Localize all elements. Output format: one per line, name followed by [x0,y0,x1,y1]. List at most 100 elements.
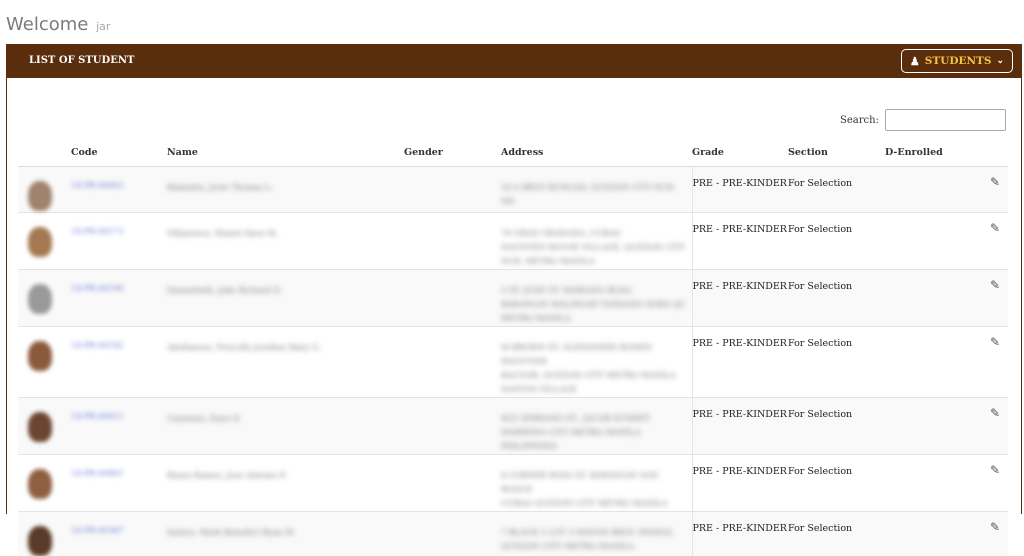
student-section: For Selection [788,327,885,349]
gender-column-header[interactable]: Gender [404,138,501,167]
photo-cell [18,512,71,556]
student-name: Cayetano, Kaye D. [167,398,404,426]
panel-header: LIST OF STUDENT ♟ STUDENTS ⌄ [7,44,1021,78]
code-cell: 14-PR-00173 [71,213,167,270]
welcome-heading: Welcome jar [6,14,110,35]
chevron-down-icon: ⌄ [996,56,1004,66]
gender-cell [404,327,501,398]
student-name: Dexterbeth, John Richard D. [167,270,404,298]
gender-cell [404,512,501,556]
section-cell: For Selection [788,270,885,327]
student-grade: PRE - PRE-KINDER [693,213,789,235]
student-photo [28,341,52,371]
enrolled-cell [885,167,965,213]
edit-icon[interactable]: ✎ [965,512,1008,534]
enrolled-column-header[interactable]: D-Enrolled [885,138,965,167]
section-cell: For Selection [788,213,885,270]
edit-icon[interactable]: ✎ [965,270,1008,292]
gender-cell [404,167,501,213]
student-name: Abellanosa, Prescilla Jorahna Mary G. [167,327,404,355]
gender-cell [404,455,501,512]
photo-cell [18,398,71,455]
grade-cell: PRE - PRE-KINDER [692,512,788,556]
student-code-link[interactable]: 14-PR-00411 [71,398,167,421]
student-grade: PRE - PRE-KINDER [693,167,789,189]
name-cell: Abellanosa, Prescilla Jorahna Mary G. [167,327,404,398]
edit-icon[interactable]: ✎ [965,455,1008,477]
students-button-label: STUDENTS [925,55,992,67]
name-cell: Balandra, Jovie Thomas L. [167,167,404,213]
grade-column-header[interactable]: Grade [692,138,788,167]
section-cell: For Selection [788,398,885,455]
action-cell: ✎ [965,512,1008,556]
student-section: For Selection [788,398,885,420]
grade-cell: PRE - PRE-KINDER [692,327,788,398]
student-photo [28,412,52,442]
student-section: For Selection [788,270,885,292]
search-input[interactable] [885,109,1006,131]
gender-cell [404,398,501,455]
edit-icon[interactable]: ✎ [965,398,1008,420]
photo-cell [18,455,71,512]
photo-cell [18,270,71,327]
name-cell: Santos, Mark Benedict Ryan M. [167,512,404,556]
action-column-header [965,138,1008,167]
name-cell: Cayetano, Kaye D. [167,398,404,455]
action-cell: ✎ [965,455,1008,512]
student-code-link[interactable]: 14-PR-00196 [71,270,167,293]
code-cell: 14-PR-00182 [71,327,167,398]
name-cell: Dexterbeth, John Richard D. [167,270,404,327]
table-row: 14-PR-00411Cayetano, Kaye D. #25 SERRANO … [18,398,1008,455]
address-cell: #25 SERRANO ST., JACOB SUMMITMARIKINA CI… [501,398,692,455]
student-photo [28,469,52,499]
code-column-header[interactable]: Code [71,138,167,167]
table-row: 14-PR-00196Dexterbeth, John Richard D. 5 … [18,270,1008,327]
photo-column-header [18,138,71,167]
action-cell: ✎ [965,270,1008,327]
edit-icon[interactable]: ✎ [965,213,1008,235]
student-name: Reyes-Ramos, Jose Antonio P. [167,455,404,483]
code-cell: 14-PR-00387 [71,512,167,556]
address-cell: 8 CORNER ROSA ST. BARANGAY SAN ROQUECUBA… [501,455,692,512]
student-grade: PRE - PRE-KINDER [693,455,789,477]
student-address: 79 GRAN GRANADA, CUBAOHAUNTED HOUSE VILL… [501,213,692,269]
enrolled-cell [885,327,965,398]
search-label: Search: [840,115,879,126]
student-section: For Selection [788,512,885,534]
code-cell: 14-PR-00063 [71,167,167,213]
student-code-link[interactable]: 14-PR-00387 [71,512,167,535]
edit-icon[interactable]: ✎ [965,167,1008,189]
action-cell: ✎ [965,398,1008,455]
address-column-header[interactable]: Address [501,138,692,167]
name-cell: Villanueva, Shawn Dave M. [167,213,404,270]
student-photo [28,284,52,314]
photo-cell [18,213,71,270]
welcome-user: jar [96,20,110,33]
student-code-link[interactable]: 14-PR-00401 [71,455,167,478]
grade-cell: PRE - PRE-KINDER [692,270,788,327]
table-row: 14-PR-00401Reyes-Ramos, Jose Antonio P. 8… [18,455,1008,512]
address-cell: 7 BLOCK 2 LOT 3 MAYON BRGY. PANSOLQUEZON… [501,512,692,556]
edit-icon[interactable]: ✎ [965,327,1008,349]
name-column-header[interactable]: Name [167,138,404,167]
gender-cell [404,213,501,270]
students-dropdown-button[interactable]: ♟ STUDENTS ⌄ [901,49,1013,73]
student-code-link[interactable]: 14-PR-00173 [71,213,167,236]
table-row: 14-PR-00063Balandra, Jovie Thomas L.16-A… [18,167,1008,213]
section-column-header[interactable]: Section [788,138,885,167]
student-section: For Selection [788,167,885,189]
student-section: For Selection [788,213,885,235]
table-row: 14-PR-00182Abellanosa, Prescilla Jorahna… [18,327,1008,398]
student-grade: PRE - PRE-KINDER [693,270,789,292]
student-grade: PRE - PRE-KINDER [693,327,789,349]
student-code-link[interactable]: 14-PR-00182 [71,327,167,350]
student-section: For Selection [788,455,885,477]
student-code-link[interactable]: 14-PR-00063 [71,167,167,190]
student-grade: PRE - PRE-KINDER [693,512,789,534]
student-address: 7 BLOCK 2 LOT 3 MAYON BRGY. PANSOLQUEZON… [501,512,692,554]
student-address: 8 CORNER ROSA ST. BARANGAY SAN ROQUECUBA… [501,455,692,511]
student-photo [28,526,52,556]
student-address: 5 ST. JUDE ST. MARIANA BLDG.BARANGAY MAL… [501,270,692,326]
panel-title: LIST OF STUDENT [29,55,134,66]
address-cell: 5 ST. JUDE ST. MARIANA BLDG.BARANGAY MAL… [501,270,692,327]
